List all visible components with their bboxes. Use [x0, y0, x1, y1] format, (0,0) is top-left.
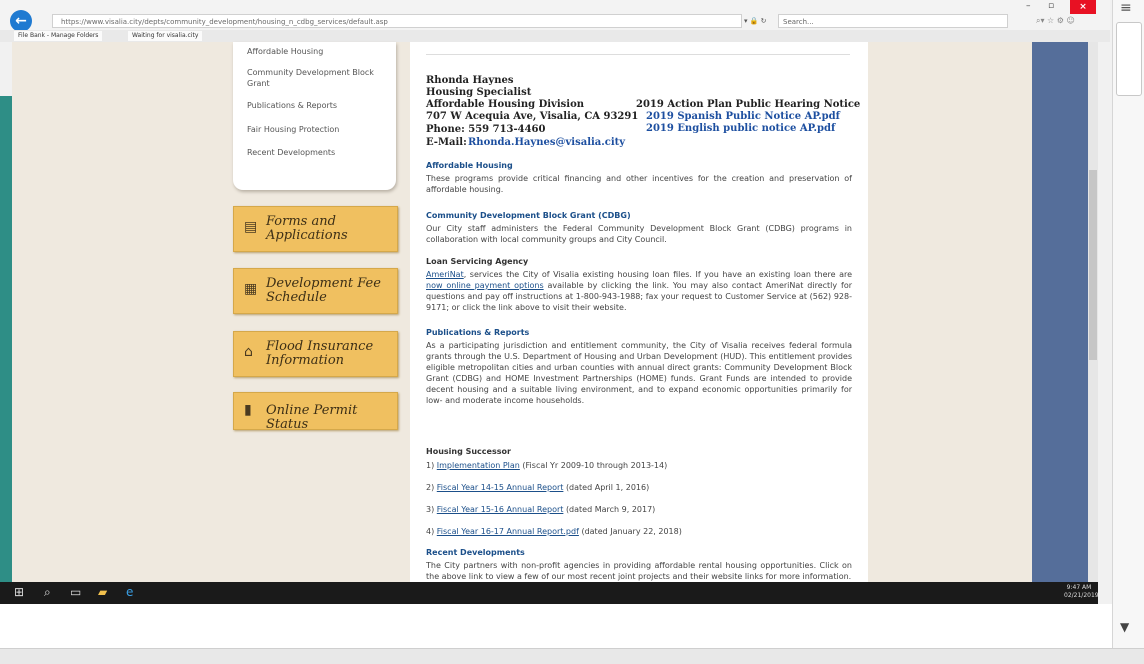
successor-item: 3) Fiscal Year 15-16 Annual Report (date…	[426, 504, 655, 515]
search-input[interactable]: Search...	[778, 14, 1008, 28]
minimize-button[interactable]: –	[1026, 1, 1031, 11]
task-view-icon[interactable]: ▭	[70, 585, 81, 599]
publications-text: As a participating jurisdiction and enti…	[426, 341, 852, 405]
item-note: (Fiscal Yr 2009-10 through 2013-14)	[522, 461, 668, 470]
outer-scrollbar-thumb[interactable]	[1116, 22, 1142, 96]
address-tools[interactable]: ▾ 🔒 ↻	[744, 14, 774, 28]
fy1415-report-link[interactable]: Fiscal Year 14-15 Annual Report	[437, 483, 564, 492]
sidebar-item-recent-developments[interactable]: Recent Developments	[247, 147, 387, 158]
fy1617-report-link[interactable]: Fiscal Year 16-17 Annual Report.pdf	[437, 527, 579, 536]
close-button[interactable]: ×	[1070, 0, 1096, 14]
taskbar	[0, 582, 1098, 604]
contact-division: Affordable Housing Division	[426, 99, 585, 110]
contact-title: Housing Specialist	[426, 87, 532, 98]
spanish-notice-link[interactable]: 2019 Spanish Public Notice AP.pdf	[646, 111, 840, 123]
development-fee-schedule-button[interactable]: ▦ Development Fee Schedule	[233, 268, 398, 314]
item-number: 1)	[426, 461, 435, 470]
file-icon: ▮	[244, 402, 252, 418]
menu-icon[interactable]: ≡	[1120, 0, 1144, 20]
loan-servicing-heading: Loan Servicing Agency	[426, 257, 529, 266]
clock-time: 9:47 AM	[1066, 584, 1092, 591]
sidebar-item-affordable-housing[interactable]: Affordable Housing	[247, 46, 387, 57]
publications-heading[interactable]: Publications & Reports	[426, 328, 529, 337]
contact-name: Rhonda Haynes	[426, 75, 514, 86]
sidebar-nav: Affordable Housing Community Development…	[233, 42, 396, 190]
loan-servicing-text: AmeriNat, services the City of Visalia e…	[426, 269, 852, 313]
notice-title: 2019 Action Plan Public Hearing Notice	[636, 99, 861, 110]
calendar-icon: ▦	[244, 281, 258, 297]
affordable-housing-text: These programs provide critical financin…	[426, 174, 852, 194]
document-icon: ▤	[244, 219, 258, 235]
maximize-button[interactable]: ▫	[1048, 1, 1054, 11]
internet-explorer-icon[interactable]: e	[126, 585, 133, 599]
status-bar	[0, 648, 1144, 664]
successor-item: 2) Fiscal Year 14-15 Annual Report (date…	[426, 482, 649, 493]
sidebar-item-fair-housing[interactable]: Fair Housing Protection	[247, 124, 387, 135]
fy1516-report-link[interactable]: Fiscal Year 15-16 Annual Report	[437, 505, 564, 514]
forms-applications-label: Forms and Applications	[266, 214, 348, 243]
scroll-down-icon[interactable]: ▼	[1120, 620, 1140, 640]
contact-address: 707 W Acequia Ave, Visalia, CA 93291	[426, 111, 639, 122]
sidebar-item-cdbg[interactable]: Community Development Block Grant	[247, 67, 383, 89]
address-bar[interactable]: https://www.visalia.city/depts/community…	[52, 14, 742, 28]
online-permit-status-label: Online Permit Status	[266, 403, 358, 432]
windows-icon[interactable]: ⊞	[14, 585, 24, 599]
recent-developments-text: The City partners with non-profit agenci…	[426, 561, 852, 581]
item-note: (dated January 22, 2018)	[581, 527, 682, 536]
contact-email-link[interactable]: Rhonda.Haynes@visalia.city	[468, 137, 625, 149]
tab-file-bank[interactable]: File Bank - Manage Folders	[14, 31, 103, 41]
flood-insurance-label: Flood Insurance Information	[266, 339, 374, 368]
contact-phone: Phone: 559 713-4460	[426, 124, 546, 135]
right-accent-band	[1032, 42, 1088, 582]
recent-developments-heading[interactable]: Recent Developments	[426, 548, 525, 557]
implementation-plan-link[interactable]: Implementation Plan	[437, 461, 520, 470]
viewer-background	[0, 604, 1112, 648]
successor-item: 4) Fiscal Year 16-17 Annual Report.pdf (…	[426, 526, 682, 537]
divider	[426, 54, 850, 55]
online-permit-status-button[interactable]: ▮ Online Permit Status	[233, 392, 398, 432]
development-fee-schedule-label: Development Fee Schedule	[266, 276, 381, 305]
item-note: (dated April 1, 2016)	[565, 483, 650, 492]
flood-insurance-button[interactable]: ⌂ Flood Insurance Information	[233, 331, 398, 377]
taskbar-clock[interactable]: 9:47 AM 02/21/2019	[1064, 584, 1099, 600]
sidebar-item-publications[interactable]: Publications & Reports	[247, 100, 387, 111]
cdbg-text: Our City staff administers the Federal C…	[426, 224, 852, 244]
item-number: 3)	[426, 505, 435, 514]
affordable-housing-heading[interactable]: Affordable Housing	[426, 161, 513, 170]
back-arrow-icon[interactable]: ←	[10, 10, 32, 32]
page-scrollbar-thumb[interactable]	[1089, 170, 1097, 360]
item-number: 4)	[426, 527, 435, 536]
forms-applications-button[interactable]: ▤ Forms and Applications	[233, 206, 398, 252]
housing-successor-heading: Housing Successor	[426, 447, 511, 456]
toolbar-icons[interactable]: ⌕▾ ☆ ⚙ ☺	[1036, 16, 1106, 26]
item-number: 2)	[426, 483, 435, 492]
house-icon: ⌂	[244, 344, 253, 360]
english-notice-link[interactable]: 2019 English public notice AP.pdf	[646, 123, 835, 135]
outer-scrollbar[interactable]	[1112, 0, 1144, 648]
left-accent-strip	[0, 96, 12, 582]
item-note: (dated March 9, 2017)	[565, 505, 656, 514]
loan-text-part1: , services the City of Visalia existing …	[463, 270, 852, 279]
successor-item: 1) Implementation Plan (Fiscal Yr 2009-1…	[426, 460, 667, 471]
file-explorer-icon[interactable]: ▰	[98, 585, 107, 599]
clock-date: 02/21/2019	[1064, 592, 1099, 599]
cdbg-heading[interactable]: Community Development Block Grant (CDBG)	[426, 211, 631, 220]
contact-email-label: E-Mail:	[426, 137, 467, 148]
tab-visalia[interactable]: Waiting for visalia.city	[128, 31, 203, 41]
search-icon[interactable]: ⌕	[44, 585, 51, 600]
online-payment-link[interactable]: now online payment options	[426, 281, 544, 290]
amerinat-link[interactable]: AmeriNat	[426, 270, 464, 279]
